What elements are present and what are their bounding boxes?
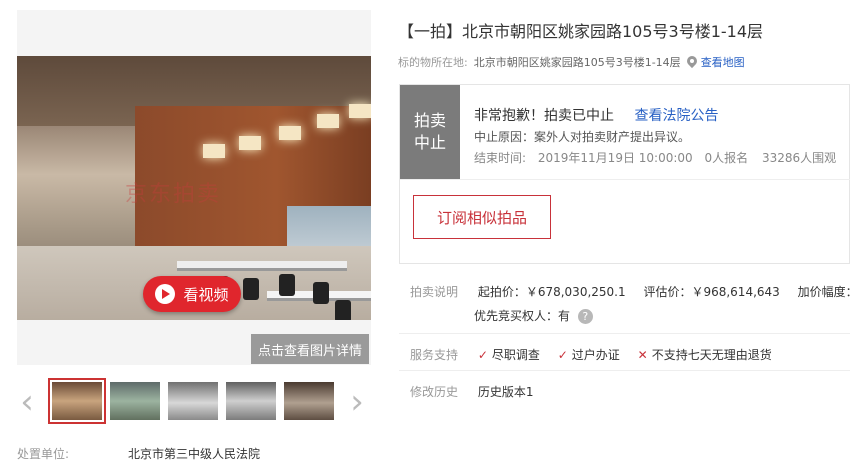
location-address: 北京市朝阳区姚家园路105号3号楼1-14层 [473, 56, 681, 69]
service-label: 不支持七天无理由退货 [651, 348, 772, 362]
watch-video-button[interactable]: 看视频 [143, 276, 241, 312]
page-title: 【一拍】北京市朝阳区姚家园路105号3号楼1-14层 [398, 22, 764, 41]
prev-arrow-icon[interactable]: ‹ [17, 384, 37, 420]
service-item: ✕ 不支持七天无理由退货 [638, 346, 772, 363]
photo-lamp [203, 144, 225, 158]
status-tag-line2: 中止 [413, 133, 446, 152]
view-map-link[interactable]: 查看地图 [701, 54, 745, 70]
photo-lamp [279, 126, 301, 140]
check-icon: ✓ [557, 348, 568, 362]
org-label: 处置单位: [17, 447, 70, 461]
divider [400, 179, 850, 180]
help-icon[interactable]: ? [577, 309, 593, 324]
thumbnail[interactable] [110, 382, 160, 420]
auction-page: 京东拍卖 看视频 点击查看图片详情 ‹ › 处置单位: 北京市第三中级人民法院 … [0, 0, 850, 467]
video-label: 看视频 [183, 285, 229, 304]
status-headline-text: 非常抱歉！拍卖已中止 [474, 108, 614, 124]
thumbnail[interactable] [48, 378, 106, 424]
divider [399, 333, 850, 334]
signup-count: 0人报名 [704, 151, 749, 165]
thumbnail[interactable] [284, 382, 334, 420]
end-info: 结束时间: 2019年11月19日 10:00:00 0人报名 33286人围观 [474, 149, 836, 166]
photo-lamp [349, 104, 371, 118]
photo-table [177, 261, 347, 271]
increment: 加价幅度：￥30 [797, 285, 850, 299]
status-badge: 拍卖 中止 [400, 85, 460, 179]
status-tag-line1: 拍卖 [413, 111, 446, 130]
check-icon: ✓ [477, 348, 488, 362]
end-time-label: 结束时间: [474, 151, 527, 165]
view-photo-details-button[interactable]: 点击查看图片详情 [251, 334, 369, 364]
watcher-count: 33286人围观 [761, 151, 837, 165]
status-headline: 非常抱歉！拍卖已中止 查看法院公告 [474, 105, 718, 125]
photo-chair [313, 282, 329, 304]
location-row: 标的物所在地: 北京市朝阳区姚家园路105号3号楼1-14层 查看地图 [398, 54, 745, 70]
auction-info-row: 拍卖说明 起拍价：￥678,030,250.1 评估价：￥968,614,643… [410, 283, 850, 300]
cross-icon: ✕ [637, 348, 648, 362]
thumbnail[interactable] [226, 382, 276, 420]
preemption-row: 优先竞买权人：有 ? [474, 307, 593, 324]
thumbnail-strip: ‹ › [17, 374, 371, 430]
subscribe-similar-button[interactable]: 订阅相似拍品 [413, 195, 551, 239]
appraisal-price: 评估价：￥968,614,643 [643, 285, 780, 299]
services-label: 服务支持 [410, 348, 459, 362]
map-pin-icon [687, 56, 697, 68]
photo-lamp [239, 136, 261, 150]
thumbnail[interactable] [168, 382, 218, 420]
divider [399, 370, 850, 371]
next-arrow-icon[interactable]: › [347, 384, 367, 420]
photo-chair [243, 278, 259, 300]
service-item: ✓ 尽职调查 [478, 346, 540, 363]
status-box: 拍卖 中止 非常抱歉！拍卖已中止 查看法院公告 中止原因：案外人对拍卖财产提出异… [399, 84, 850, 264]
photo-lamp [317, 114, 339, 128]
history-link[interactable]: 历史版本1 [478, 385, 534, 399]
play-icon [155, 284, 176, 304]
service-label: 尽职调查 [491, 348, 540, 362]
suspend-reason: 中止原因：案外人对拍卖财产提出异议。 [474, 130, 691, 144]
history-label: 修改历史 [410, 385, 459, 399]
watermark: 京东拍卖 [125, 182, 222, 207]
history-row: 修改历史 历史版本1 [410, 383, 533, 400]
service-item: ✓ 过户办证 [558, 346, 620, 363]
end-time: 2019年11月19日 10:00:00 [537, 151, 693, 165]
services-row: 服务支持 ✓ 尽职调查 ✓ 过户办证 ✕ 不支持七天无理由退货 [410, 346, 786, 363]
org-value: 北京市第三中级人民法院 [128, 447, 261, 461]
preemption: 优先竞买权人：有 [474, 309, 571, 323]
photo-chair [335, 300, 351, 320]
service-label: 过户办证 [571, 348, 620, 362]
start-price: 起拍价：￥678,030,250.1 [477, 285, 626, 299]
court-notice-link[interactable]: 查看法院公告 [634, 108, 718, 124]
auction-info-label: 拍卖说明 [410, 285, 459, 299]
location-label: 标的物所在地: [398, 56, 468, 69]
photo-chair [279, 274, 295, 296]
